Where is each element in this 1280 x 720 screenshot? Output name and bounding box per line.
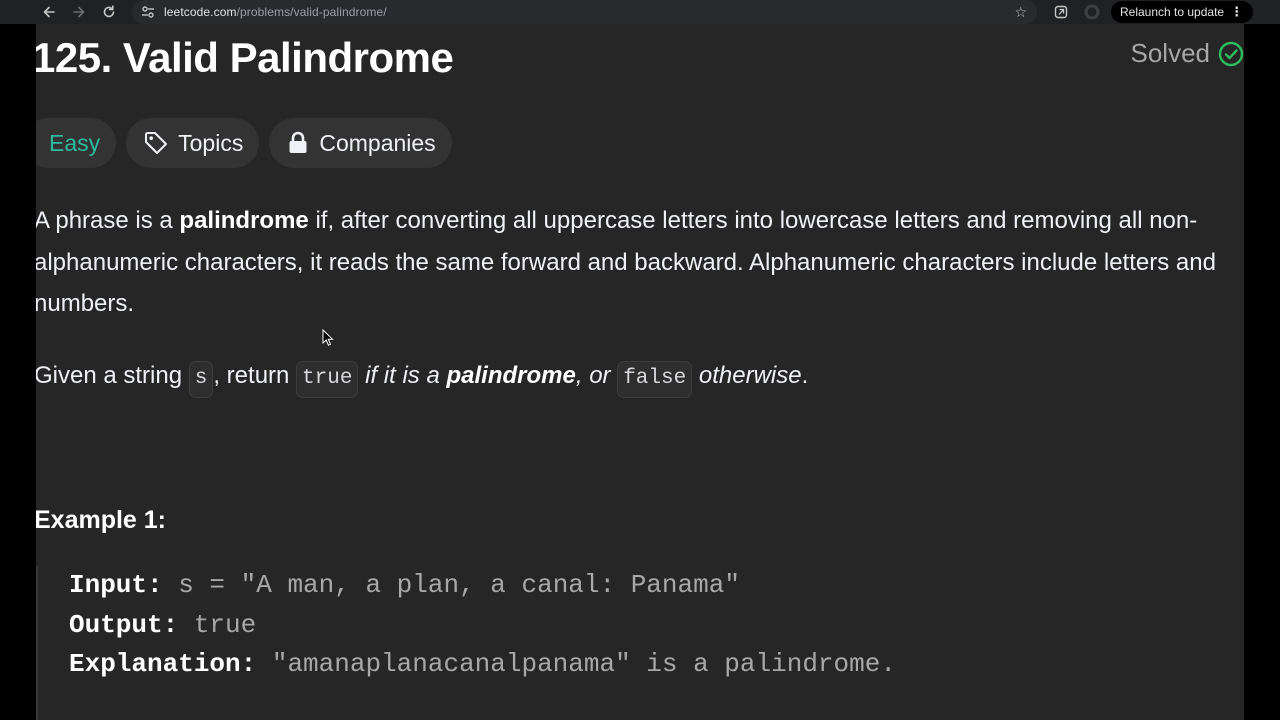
problem-tags: Easy Topics Companies — [36, 118, 452, 168]
menu-dots-icon[interactable]: ⋮ — [1230, 4, 1243, 20]
example-heading: Example 1: — [36, 506, 167, 534]
problem-task: Given a string s, return true if it is a… — [36, 356, 808, 398]
mouse-cursor-icon — [322, 329, 334, 346]
task-text-2: , return — [213, 362, 297, 389]
url-text: leetcode.com/problems/valid-palindrome/ — [164, 5, 387, 19]
companies-button[interactable]: Companies — [269, 118, 452, 168]
task-text-1: Given a string — [36, 362, 189, 389]
bookmark-star-icon[interactable]: ☆ — [1014, 4, 1027, 21]
code-s: s — [188, 361, 214, 398]
code-false: false — [617, 361, 693, 398]
desc-text-1: A phrase is a — [36, 207, 180, 234]
explanation-value: "amanaplanacanalpanama" is a palindrome. — [256, 649, 896, 679]
check-circle-icon — [1218, 41, 1244, 66]
task-keyword-palindrome: palindrome — [446, 362, 576, 389]
solved-label: Solved — [1130, 38, 1211, 68]
extension-icon[interactable] — [1053, 4, 1069, 20]
back-arrow-icon[interactable] — [34, 0, 64, 24]
problem-title[interactable]: 125. Valid Palindrome — [36, 34, 454, 82]
profile-icon[interactable] — [1084, 4, 1100, 20]
relaunch-button[interactable]: Relaunch to update ⋮ — [1111, 1, 1254, 23]
example-output-line: Output: true — [69, 606, 1244, 646]
video-frame-left — [0, 24, 36, 720]
task-text-6: . — [801, 362, 809, 389]
example-explanation-line: Explanation: "amanaplanacanalpanama" is … — [69, 645, 1244, 685]
solved-status: Solved — [1131, 38, 1245, 69]
problem-description-panel: 125. Valid Palindrome Solved Easy Topics… — [36, 24, 1244, 720]
output-value: true — [178, 609, 257, 640]
input-label: Input: — [69, 570, 163, 600]
output-label: Output: — [69, 609, 179, 640]
url-host: leetcode.com — [164, 5, 237, 19]
code-true: true — [296, 361, 359, 398]
lock-icon — [289, 131, 307, 153]
forward-arrow-icon[interactable] — [64, 0, 94, 24]
problem-description: A phrase is a palindrome if, after conve… — [36, 200, 1234, 325]
input-value: s = "A man, a plan, a canal: Panama" — [162, 570, 740, 600]
video-frame-right — [1244, 24, 1280, 720]
reload-icon[interactable] — [94, 0, 124, 24]
companies-label: Companies — [319, 129, 436, 156]
task-text-4: , or — [575, 362, 618, 389]
task-text-3: if it is a — [358, 362, 447, 389]
difficulty-label: Easy — [49, 129, 101, 156]
topics-label: Topics — [178, 129, 244, 156]
browser-toolbar: leetcode.com/problems/valid-palindrome/ … — [0, 0, 1280, 24]
desc-keyword-palindrome: palindrome — [179, 207, 309, 234]
address-bar[interactable]: leetcode.com/problems/valid-palindrome/ … — [132, 0, 1037, 24]
relaunch-label: Relaunch to update — [1120, 5, 1225, 19]
topics-button[interactable]: Topics — [126, 118, 260, 168]
task-text-5: otherwise — [692, 362, 802, 389]
tag-icon — [145, 132, 168, 154]
site-info-icon[interactable] — [140, 5, 156, 19]
explanation-label: Explanation: — [69, 649, 257, 679]
example-input-line: Input: s = "A man, a plan, a canal: Pana… — [69, 566, 1244, 606]
example-block: Input: s = "A man, a plan, a canal: Pana… — [36, 566, 1244, 720]
difficulty-badge: Easy — [36, 118, 117, 168]
url-path: /problems/valid-palindrome/ — [236, 5, 387, 19]
